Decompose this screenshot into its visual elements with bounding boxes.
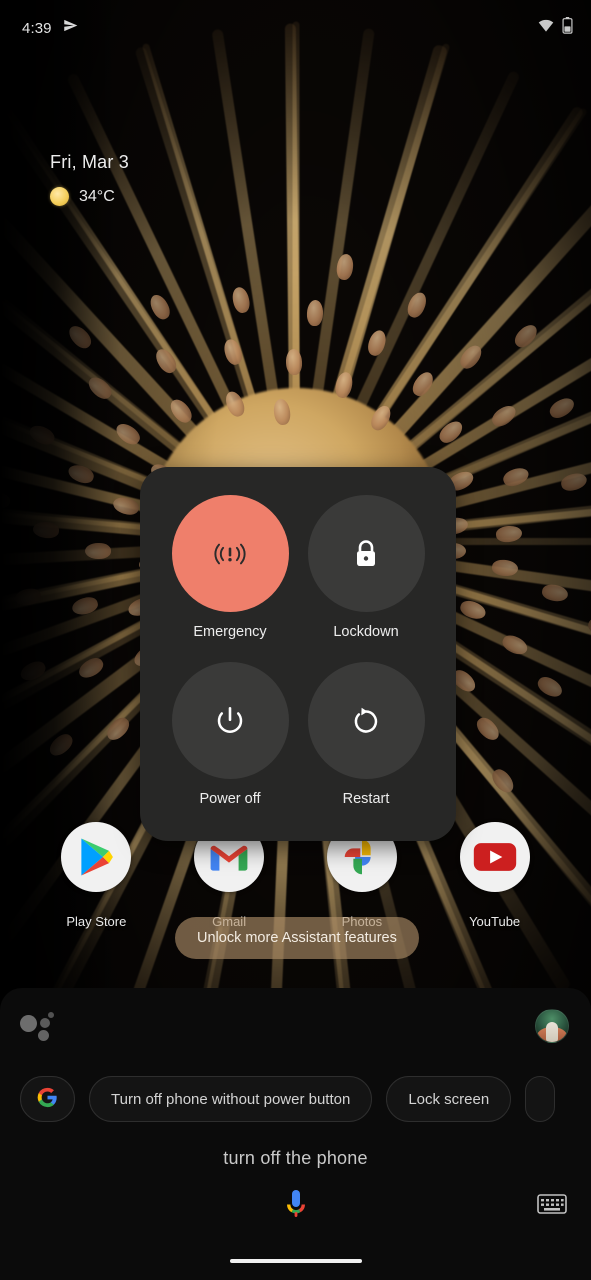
chip-google-search[interactable] — [20, 1076, 75, 1122]
power-menu-button-restart[interactable]: Restart — [298, 662, 434, 807]
play-store-icon — [61, 822, 132, 892]
dock-app-play-store[interactable]: Play Store — [50, 822, 142, 929]
chip-overflow[interactable] — [525, 1076, 556, 1122]
chip-turn-off-phone[interactable]: Turn off phone without power button — [89, 1076, 373, 1122]
dock-label: YouTube — [469, 914, 521, 929]
battery-icon — [562, 17, 573, 39]
youtube-icon — [459, 822, 530, 892]
power-menu-button-lockdown[interactable]: Lockdown — [298, 495, 434, 640]
status-bar-clock: 4:39 — [22, 19, 52, 37]
assistant-dots-icon[interactable] — [20, 1012, 54, 1041]
sun-icon — [50, 187, 69, 206]
power-menu-button-power-off[interactable]: Power off — [162, 662, 298, 807]
power-menu-label: Lockdown — [333, 624, 399, 640]
assistant-header — [0, 988, 591, 1064]
dock-app-youtube[interactable]: YouTube — [449, 822, 541, 929]
power-menu-label: Restart — [342, 791, 390, 807]
restart-icon — [307, 662, 425, 779]
google-g-icon — [37, 1087, 58, 1112]
assistant-transcript: turn off the phone — [223, 1148, 368, 1168]
assistant-hint-label: Unlock more Assistant features — [197, 930, 397, 946]
chip-label: Turn off phone without power button — [111, 1090, 351, 1108]
assistant-hint-chip[interactable]: Unlock more Assistant features — [175, 917, 419, 959]
lock-icon — [307, 495, 425, 612]
power-icon — [171, 662, 289, 779]
glance-temperature: 34°C — [79, 187, 115, 205]
power-menu-label: Power off — [199, 791, 261, 807]
chip-label: Lock screen — [408, 1090, 490, 1108]
assistant-panel: Turn off phone without power button Lock… — [0, 988, 591, 1280]
wifi-icon — [538, 19, 554, 37]
phone-screen: 4:39 Fri, Mar 3 34°C Play Store YouTube … — [0, 0, 591, 1280]
send-icon — [63, 18, 78, 38]
emergency-broadcast-icon — [171, 495, 289, 612]
suggestion-chips: Turn off phone without power button Lock… — [0, 1076, 591, 1122]
home-indicator[interactable] — [229, 1259, 362, 1263]
avatar[interactable] — [535, 1009, 569, 1043]
google-mic-icon[interactable] — [282, 1188, 310, 1222]
dock-label: Play Store — [66, 914, 127, 929]
chip-lock-screen[interactable]: Lock screen — [386, 1076, 512, 1122]
status-bar: 4:39 — [0, 0, 591, 56]
power-menu-label: Emergency — [193, 624, 267, 640]
at-a-glance-widget[interactable]: Fri, Mar 3 34°C — [50, 152, 129, 206]
power-menu-button-emergency[interactable]: Emergency — [162, 495, 298, 640]
power-menu-dialog: Emergency Lockdown Power off Restart — [140, 467, 456, 841]
keyboard-icon[interactable] — [537, 1193, 567, 1215]
glance-date: Fri, Mar 3 — [50, 152, 130, 172]
